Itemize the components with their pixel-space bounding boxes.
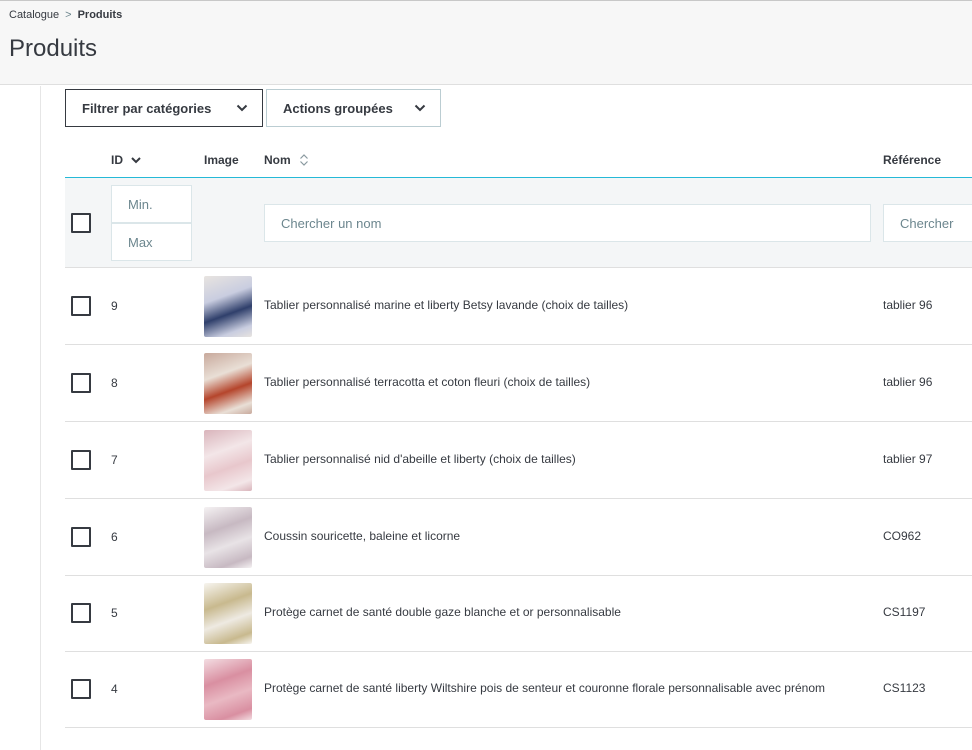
product-id: 7: [111, 453, 118, 467]
chevron-down-icon: [236, 104, 248, 112]
table-row[interactable]: 4 Protège carnet de santé liberty Wiltsh…: [65, 651, 972, 728]
breadcrumb: Catalogue > Produits: [9, 9, 122, 21]
table-row[interactable]: 8 Tablier personnalisé terracotta et cot…: [65, 345, 972, 422]
sort-both-icon: [299, 154, 308, 166]
product-thumbnail[interactable]: [204, 353, 252, 414]
product-name[interactable]: Protège carnet de santé liberty Wiltshir…: [264, 681, 825, 695]
id-max-input[interactable]: Max: [111, 223, 192, 261]
product-thumbnail[interactable]: [204, 583, 252, 644]
column-name-label: Nom: [264, 153, 291, 167]
product-reference: tablier 96: [883, 298, 933, 312]
id-min-input[interactable]: Min.: [111, 185, 192, 223]
product-id: 8: [111, 376, 118, 390]
product-name[interactable]: Tablier personnalisé marine et liberty B…: [264, 298, 628, 312]
chevron-down-icon: [414, 104, 426, 112]
bulk-actions-label: Actions groupées: [283, 100, 393, 116]
select-all-checkbox[interactable]: [71, 213, 91, 233]
product-thumbnail[interactable]: [204, 276, 252, 337]
product-name[interactable]: Coussin souricette, baleine et licorne: [264, 529, 460, 543]
product-name[interactable]: Tablier personnalisé nid d'abeille et li…: [264, 452, 576, 466]
column-id-label: ID: [111, 153, 123, 167]
table-row[interactable]: 9 Tablier personnalisé marine et liberty…: [65, 268, 972, 345]
product-reference: CS1197: [883, 605, 926, 619]
name-search-input[interactable]: Chercher un nom: [264, 204, 871, 242]
product-name[interactable]: Protège carnet de santé double gaze blan…: [264, 605, 621, 619]
row-checkbox[interactable]: [71, 450, 91, 470]
table-row[interactable]: 7 Tablier personnalisé nid d'abeille et …: [65, 422, 972, 499]
column-reference-label: Référence: [883, 153, 942, 167]
product-thumbnail[interactable]: [204, 659, 252, 720]
page-title: Produits: [9, 35, 98, 62]
sort-desc-icon: [131, 157, 141, 164]
product-id: 9: [111, 299, 118, 313]
product-id: 6: [111, 530, 118, 544]
filter-categories-dropdown[interactable]: Filtrer par catégories: [65, 89, 263, 127]
product-thumbnail[interactable]: [204, 430, 252, 491]
breadcrumb-current: Produits: [77, 9, 123, 21]
row-checkbox[interactable]: [71, 679, 91, 699]
column-header-reference[interactable]: Référence: [883, 153, 941, 167]
filter-categories-label: Filtrer par catégories: [82, 100, 212, 116]
product-thumbnail[interactable]: [204, 507, 252, 568]
table-row[interactable]: 6 Coussin souricette, baleine et licorne…: [65, 499, 972, 576]
row-checkbox[interactable]: [71, 373, 91, 393]
column-header-image: Image: [204, 153, 239, 167]
column-image-label: Image: [204, 153, 239, 167]
product-id: 5: [111, 606, 118, 620]
product-reference: CO962: [883, 529, 922, 543]
product-reference: tablier 96: [883, 375, 933, 389]
bulk-actions-dropdown[interactable]: Actions groupées: [266, 89, 441, 127]
row-checkbox[interactable]: [71, 603, 91, 623]
row-checkbox[interactable]: [71, 296, 91, 316]
breadcrumb-separator: >: [65, 9, 72, 21]
row-checkbox[interactable]: [71, 527, 91, 547]
product-reference: tablier 97: [883, 452, 933, 466]
breadcrumb-link-catalogue[interactable]: Catalogue: [9, 9, 59, 21]
column-header-name[interactable]: Nom: [264, 153, 309, 167]
reference-search-input[interactable]: Chercher: [883, 204, 972, 242]
column-header-id[interactable]: ID: [111, 153, 141, 167]
table-row[interactable]: 5 Protège carnet de santé double gaze bl…: [65, 575, 972, 652]
sidebar-divider: [40, 86, 41, 750]
product-id: 4: [111, 682, 118, 696]
page-header: Catalogue > Produits Produits: [0, 0, 972, 85]
product-reference: CS1123: [883, 681, 926, 695]
product-name[interactable]: Tablier personnalisé terracotta et coton…: [264, 375, 590, 389]
